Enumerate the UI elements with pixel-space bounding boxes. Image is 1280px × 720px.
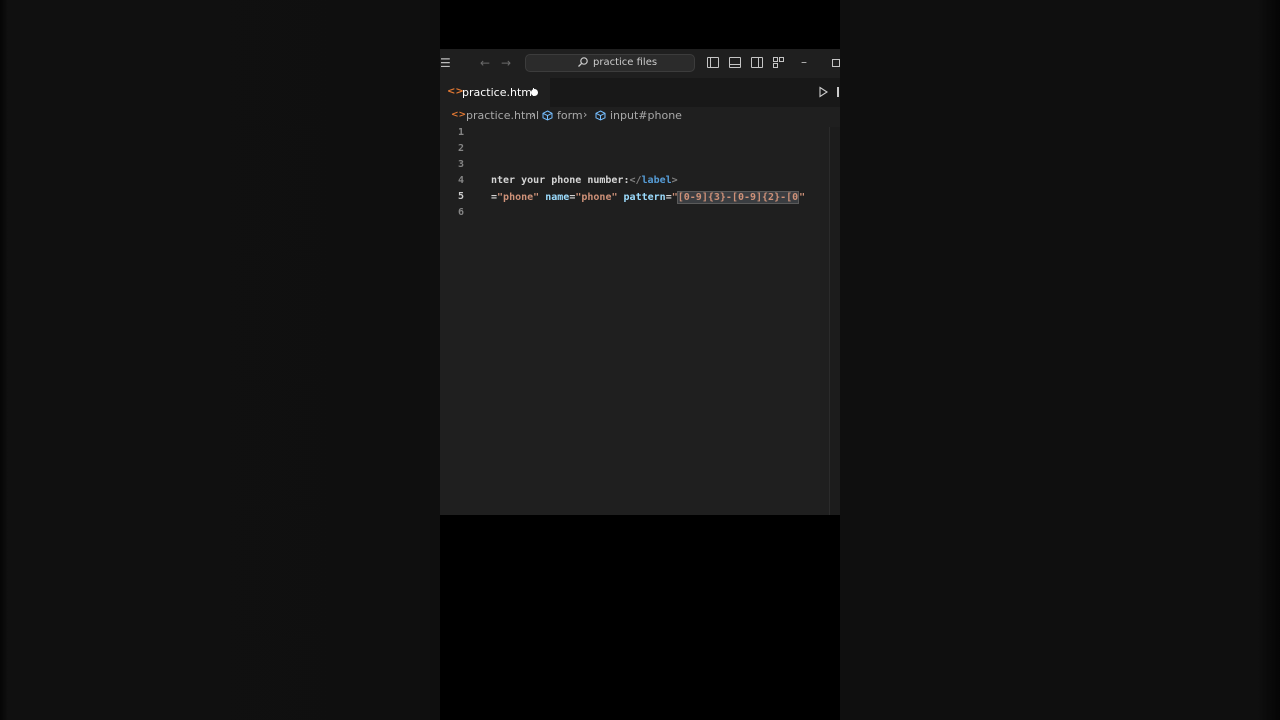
back-arrow-icon[interactable]: ← bbox=[480, 55, 490, 71]
minimize-icon[interactable]: – bbox=[801, 54, 807, 70]
toggle-panel-icon[interactable] bbox=[729, 57, 741, 68]
code-line-5: ="phone" name="phone" pattern="[0-9]{3}-… bbox=[491, 191, 806, 204]
tab-label: practice.html bbox=[462, 86, 536, 99]
menu-icon[interactable]: ☰ bbox=[440, 55, 451, 71]
minimap[interactable] bbox=[830, 127, 840, 515]
html-file-icon: <> bbox=[451, 110, 467, 120]
title-bar: ☰ ← → practice files – bbox=[440, 49, 840, 78]
forward-arrow-icon[interactable]: → bbox=[501, 55, 511, 71]
element-cube-icon bbox=[542, 110, 553, 121]
customize-layout-icon[interactable] bbox=[773, 57, 785, 68]
tag-name: label bbox=[641, 175, 672, 186]
vscode-window: ☰ ← → practice files – <> practice.html … bbox=[440, 49, 840, 515]
maximize-icon[interactable] bbox=[832, 59, 840, 67]
attr-value: "phone" bbox=[575, 192, 618, 203]
search-placeholder: practice files bbox=[593, 57, 658, 68]
attr-value: "phone" bbox=[497, 192, 540, 203]
unsaved-dot-icon[interactable] bbox=[531, 89, 538, 96]
selected-pattern-text: [0-9]{3}-[0-9]{2}-[0 bbox=[676, 191, 800, 204]
breadcrumb-form[interactable]: form bbox=[557, 109, 583, 122]
line-number-active: 5 bbox=[458, 191, 465, 202]
line-number: 1 bbox=[458, 127, 465, 138]
quote: " bbox=[671, 192, 678, 203]
line-number: 3 bbox=[458, 159, 465, 170]
quote: " bbox=[799, 192, 806, 203]
line-number: 6 bbox=[458, 207, 465, 218]
more-actions-icon[interactable] bbox=[837, 87, 839, 97]
toggle-secondary-sidebar-icon[interactable] bbox=[751, 57, 763, 68]
line-number: 4 bbox=[458, 175, 465, 186]
breadcrumb: <> practice.html › form › input#phone bbox=[440, 107, 840, 127]
run-icon[interactable] bbox=[817, 86, 829, 98]
tag-bracket: > bbox=[671, 175, 678, 186]
breadcrumb-file[interactable]: practice.html bbox=[466, 109, 539, 122]
attr-name: pattern bbox=[623, 192, 666, 203]
tag-bracket: </ bbox=[629, 175, 642, 186]
video-backdrop-right bbox=[840, 0, 1280, 720]
chevron-right-icon: › bbox=[531, 108, 536, 121]
toggle-primary-sidebar-icon[interactable] bbox=[707, 57, 719, 68]
breadcrumb-input-phone[interactable]: input#phone bbox=[610, 109, 682, 122]
video-backdrop-left bbox=[0, 0, 440, 720]
tab-practice-html[interactable]: <> practice.html bbox=[440, 78, 550, 107]
line-number: 2 bbox=[458, 143, 465, 154]
element-cube-icon bbox=[595, 110, 606, 121]
label-text: nter your phone number: bbox=[491, 175, 630, 186]
code-line-4: nter your phone number:</label> bbox=[491, 175, 678, 186]
search-icon bbox=[578, 57, 588, 67]
code-editor[interactable]: 1 2 3 4 5 6 nter your phone number:</lab… bbox=[440, 127, 828, 515]
tab-bar: <> practice.html bbox=[440, 78, 840, 107]
chevron-right-icon: › bbox=[583, 108, 588, 121]
attr-name: name bbox=[545, 192, 570, 203]
command-center-search[interactable]: practice files bbox=[525, 54, 695, 72]
